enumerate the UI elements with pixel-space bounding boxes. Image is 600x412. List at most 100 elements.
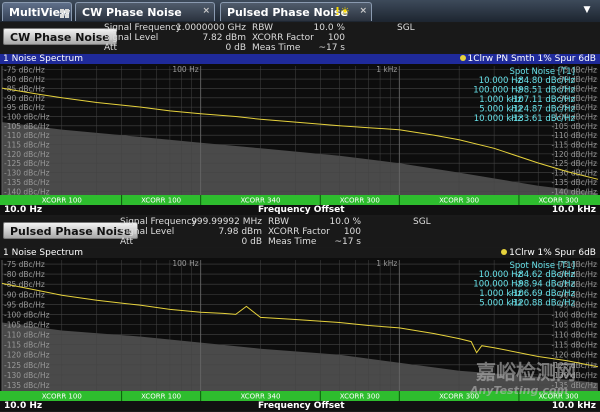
param-value: 1.0000000 GHz [176,23,246,33]
x-axis-stop: 10.0 kHz [551,205,596,215]
noise-spectrum-chart: -75 dBc/Hz -75 dBc/Hz-80 dBc/Hz -80 dBc/Hz… [0,64,600,205]
y-tick-label: -120 dBc/Hz [4,351,50,360]
y-tick-label: -95 dBc/Hz [4,103,45,112]
y-tick-label: -90 dBc/Hz [4,94,45,103]
trace-dot-icon [501,249,508,255]
param-value: 7.82 dBm [202,33,246,43]
y-tick-label-right: -135 dBc/Hz [551,178,597,187]
pane1-info-bar: CW Phase Noise Signal Frequency 1.000000… [0,23,600,53]
pulsed-phase-noise-button[interactable]: Pulsed Phase Noise [3,222,139,239]
param-label: Att [104,43,118,53]
tab-cw-phase-noise-label: CW Phase Noise [82,6,182,19]
pane1-x-axis: 10.0 Hz Frequency Offset 10.0 kHz [0,205,600,215]
xcorr-label: XCORR 100 [42,197,82,205]
spot-noise-value: -133.61 dBc/Hz [510,114,576,124]
watermark-text: 嘉峪检测网 [476,360,576,384]
xcorr-label: XCORR 100 [141,393,181,401]
param-label: Att [120,237,134,247]
tab-cw-phase-noise[interactable]: CW Phase Noise × [75,2,215,21]
param-label: Signal Level [104,33,159,43]
param-value: 999.99992 MHz [191,217,262,227]
y-tick-label: -105 dBc/Hz [4,122,50,131]
y-tick-label-right: -115 dBc/Hz [551,141,597,150]
tab-multiview[interactable]: MultiView [2,2,72,21]
param-label: RBW [252,23,274,33]
y-tick-label: -105 dBc/Hz [4,320,50,329]
spot-noise-value: -98.51 dBc/Hz [515,86,575,96]
y-tick-label: -120 dBc/Hz [4,150,50,159]
close-icon[interactable]: × [202,6,210,16]
y-tick-label-right: -120 dBc/Hz [551,150,597,159]
x-axis-title: Frequency Offset [258,401,345,411]
spot-noise-value: -106.69 dBc/Hz [510,289,576,299]
spot-noise-value: -84.62 dBc/Hz [515,270,575,280]
y-tick-label: -75 dBc/Hz [4,260,45,269]
y-tick-label: -100 dBc/Hz [4,112,50,121]
param-value: 10.0 % [329,217,361,227]
spot-noise-value: -98.94 dBc/Hz [515,280,575,290]
window-title: 1 Noise Spectrum [3,54,84,64]
param-value: 10.0 % [313,23,345,33]
y-tick-label: -95 dBc/Hz [4,300,45,309]
watermark-url: AnyTesting.com [470,384,569,397]
y-tick-label: -125 dBc/Hz [4,361,50,370]
decade-label: 1 kHz [376,259,397,268]
trace-info: 1Clrw PN Smth 1% Spur 6dB [459,54,596,64]
xcorr-label: XCORR 300 [340,197,380,205]
xcorr-label: XCORR 300 [538,197,578,205]
y-tick-label: -75 dBc/Hz [4,66,45,75]
param-value: ~17 s [318,43,345,53]
y-tick-label: -80 dBc/Hz [4,270,45,279]
x-axis-title: Frequency Offset [258,205,345,215]
param-value: 7.98 dBm [218,227,262,237]
pane1-plot[interactable]: -75 dBc/Hz -75 dBc/Hz -80 dBc/Hz -80 dBc/Hz… [0,64,600,205]
y-tick-label-right: -105 dBc/Hz [551,320,597,329]
decade-label: 1 kHz [376,65,397,74]
decade-label: 100 Hz [172,65,198,74]
param-value: 0 dB [225,43,246,53]
sweep-mode: SGL [397,23,415,33]
x-axis-stop: 10.0 kHz [551,401,596,411]
xcorr-label: XCORR 340 [240,393,280,401]
y-tick-label: -100 dBc/Hz [4,310,50,319]
y-tick-label: -80 dBc/Hz [4,75,45,84]
param-label: Meas Time [268,237,317,247]
y-tick-label: -90 dBc/Hz [4,290,45,299]
grid-icon [60,9,69,18]
y-tick-label-right: -110 dBc/Hz [551,131,597,140]
close-icon[interactable]: × [359,6,367,16]
y-tick-label-right: -100 dBc/Hz [551,310,597,319]
xcorr-label: XCORR 100 [42,393,82,401]
xcorr-label: XCORR 100 [141,197,181,205]
param-value: 100 [327,33,345,43]
y-tick-label: -135 dBc/Hz [4,178,50,187]
window-title: 1 Noise Spectrum [3,248,84,258]
y-tick-label: -130 dBc/Hz [4,169,50,178]
pane2-x-axis: 10.0 Hz Frequency Offset 10.0 kHz [0,401,600,411]
trace-dot-icon [459,55,466,61]
y-tick-label-right: -110 dBc/Hz [551,331,597,340]
warning-icon: !☀ [335,5,350,18]
chevron-down-icon[interactable]: ▼ [578,3,596,18]
pane2-info-bar: Pulsed Phase Noise Signal Frequency 999.… [0,217,600,247]
param-value: 0 dB [241,237,262,247]
y-tick-label: -110 dBc/Hz [4,331,50,340]
spot-noise-value: -124.87 dBc/Hz [510,105,576,115]
sweep-mode: SGL [413,217,431,227]
xcorr-bar [0,195,600,205]
y-tick-label: -140 dBc/Hz [4,187,50,196]
y-tick-label: -130 dBc/Hz [4,371,50,380]
x-axis-start: 10.0 Hz [4,205,43,215]
xcorr-label: XCORR 300 [439,197,479,205]
cw-phase-noise-button[interactable]: CW Phase Noise [3,28,117,45]
y-tick-label-right: -125 dBc/Hz [551,159,597,168]
trace-info: 1Clrw 1% Spur 6dB [501,248,596,258]
param-label: Meas Time [252,43,301,53]
y-tick-label: -110 dBc/Hz [4,131,50,140]
y-tick-label: -115 dBc/Hz [4,341,50,350]
param-value: 100 [343,227,361,237]
spot-noise-value: -120.88 dBc/Hz [510,299,576,309]
pane2-window-title-bar: 1 Noise Spectrum 1Clrw 1% Spur 6dB [0,248,600,258]
decade-label: 100 Hz [172,259,198,268]
xcorr-label: XCORR 300 [340,393,380,401]
